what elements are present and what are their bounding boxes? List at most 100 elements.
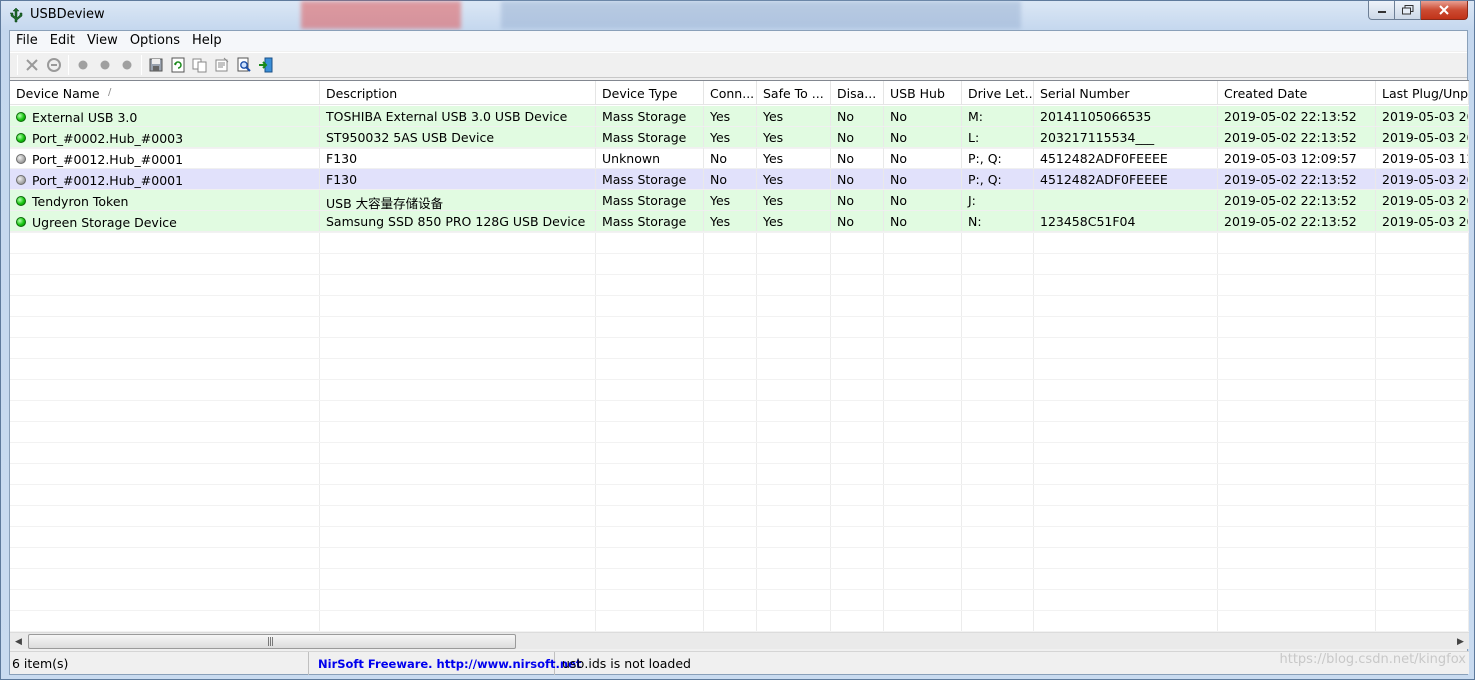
cell-usb-hub: No [884, 169, 962, 189]
cell-usb-hub: No [884, 127, 962, 147]
copy-icon [192, 58, 207, 73]
table-row[interactable]: Ugreen Storage Device Samsung SSD 850 PRO… [10, 211, 1469, 232]
scroll-right-arrow-icon[interactable]: ▶ [1452, 633, 1469, 650]
cell-description: ST950032 5AS USB Device [320, 127, 596, 147]
background-window-hint [301, 1, 461, 29]
connected-led-icon [16, 111, 26, 122]
menu-bar: File Edit View Options Help [10, 31, 1467, 51]
status-item-count: 6 item(s) [10, 652, 309, 675]
cell-drive-letter: M: [962, 106, 1034, 126]
disconnect-button[interactable] [21, 54, 43, 76]
cell-usb-hub: No [884, 148, 962, 168]
grid-row-line [10, 253, 1469, 254]
grid-row-line [10, 505, 1469, 506]
cell-device-name: Ugreen Storage Device [10, 211, 320, 231]
sort-indicator: / [108, 87, 112, 98]
cell-device-type: Mass Storage [596, 127, 704, 147]
nirsoft-link[interactable]: NirSoft Freeware. http://www.nirsoft.net [309, 652, 581, 675]
disconnect-icon [26, 59, 38, 71]
enable-icon [78, 60, 88, 70]
table-row[interactable]: Port_#0012.Hub_#0001 F130 Unknown No Yes No No… [10, 148, 1469, 169]
column-header-disabled[interactable]: Disa... [831, 81, 884, 105]
column-header-connected[interactable]: Conn... [704, 81, 757, 105]
save-icon [149, 58, 163, 72]
maximize-button[interactable] [1395, 1, 1421, 20]
cell-usb-hub: No [884, 211, 962, 231]
menu-file[interactable]: File [10, 31, 44, 51]
grid-row-line [10, 337, 1469, 338]
properties-led-icon [122, 60, 132, 70]
cell-device-type: Mass Storage [596, 169, 704, 189]
cell-description: Samsung SSD 850 PRO 128G USB Device [320, 211, 596, 231]
exit-icon [259, 57, 273, 73]
cell-disabled: No [831, 148, 884, 168]
disable-icon [100, 60, 110, 70]
cell-description: TOSHIBA External USB 3.0 USB Device [320, 106, 596, 126]
menu-view[interactable]: View [81, 31, 124, 51]
watermark: https://blog.csdn.net/kingfox [1279, 652, 1466, 667]
menu-edit[interactable]: Edit [44, 31, 81, 51]
table-row[interactable]: Tendyron Token USB 大容量存储设备 Mass Storage Yes… [10, 190, 1469, 211]
disable-button[interactable] [94, 54, 116, 76]
scrollbar-thumb[interactable]: ||| [28, 634, 516, 649]
table-row[interactable]: Port_#0012.Hub_#0001 F130 Mass Storage No Ye… [10, 169, 1469, 190]
html-report-icon [215, 57, 229, 72]
cell-text: Ugreen Storage Device [32, 215, 177, 230]
cell-connected: Yes [704, 127, 757, 147]
scroll-left-arrow-icon[interactable]: ◀ [10, 633, 27, 650]
cell-safe-to-unplug: Yes [757, 127, 831, 147]
enable-disable-button[interactable] [116, 54, 138, 76]
cell-serial-number: 20141105066535 [1034, 106, 1218, 126]
cell-last-plug: 2019-05-03 12 [1376, 148, 1469, 168]
cell-drive-letter: J: [962, 190, 1034, 210]
column-header-created-date[interactable]: Created Date [1218, 81, 1376, 105]
scrollbar-grip-icon: ||| [267, 637, 274, 647]
toolbar-separator [141, 55, 142, 75]
grid-row-line [10, 274, 1469, 275]
grid-row-line [10, 568, 1469, 569]
cell-created-date: 2019-05-02 22:13:52 [1218, 211, 1376, 231]
html-report-button[interactable] [211, 54, 233, 76]
table-row[interactable]: External USB 3.0 TOSHIBA External USB 3.0… [10, 106, 1469, 127]
cell-device-type: Mass Storage [596, 211, 704, 231]
find-button[interactable] [233, 54, 255, 76]
cell-drive-letter: P:, Q: [962, 169, 1034, 189]
cell-disabled: No [831, 127, 884, 147]
copy-button[interactable] [189, 54, 211, 76]
column-header-description[interactable]: Description [320, 81, 596, 105]
grid-row-line [10, 463, 1469, 464]
exit-button[interactable] [255, 54, 277, 76]
grid-row-line [10, 610, 1469, 611]
menu-options[interactable]: Options [124, 31, 186, 51]
column-header-usb-hub[interactable]: USB Hub [884, 81, 962, 105]
find-icon [237, 57, 251, 72]
uninstall-button[interactable] [43, 54, 65, 76]
cell-serial-number: 4512482ADF0FEEEE [1034, 169, 1218, 189]
column-header-drive-letter[interactable]: Drive Let... [962, 81, 1034, 105]
horizontal-scrollbar[interactable]: ◀ ||| ▶ [10, 632, 1469, 649]
usb-device-list[interactable]: Device Name / Description Device Type Co… [10, 80, 1469, 632]
caption-buttons [1368, 1, 1468, 20]
cell-text: External USB 3.0 [32, 110, 138, 125]
cell-connected: Yes [704, 211, 757, 231]
enable-button[interactable] [72, 54, 94, 76]
cell-text: Port_#0012.Hub_#0001 [32, 152, 184, 167]
column-header-safe-to-unplug[interactable]: Safe To ... [757, 81, 831, 105]
cell-disabled: No [831, 211, 884, 231]
client-area: File Edit View Options Help Device Name … [9, 30, 1469, 675]
grid-row-line [10, 526, 1469, 527]
column-header-serial-number[interactable]: Serial Number [1034, 81, 1218, 105]
table-row[interactable]: Port_#0002.Hub_#0003 ST950032 5AS USB Dev… [10, 127, 1469, 148]
minimize-button[interactable] [1368, 1, 1395, 20]
title-bar[interactable]: USBDeview [1, 1, 1474, 29]
column-header-device-name[interactable]: Device Name / [10, 81, 320, 105]
menu-help[interactable]: Help [186, 31, 228, 51]
close-button[interactable] [1421, 1, 1468, 20]
refresh-button[interactable] [167, 54, 189, 76]
column-header-device-type[interactable]: Device Type [596, 81, 704, 105]
cell-description: F130 [320, 148, 596, 168]
grid-row-line [10, 316, 1469, 317]
save-button[interactable] [145, 54, 167, 76]
cell-text: Port_#0012.Hub_#0001 [32, 173, 184, 188]
column-header-last-plug[interactable]: Last Plug/Unpl [1376, 81, 1469, 105]
